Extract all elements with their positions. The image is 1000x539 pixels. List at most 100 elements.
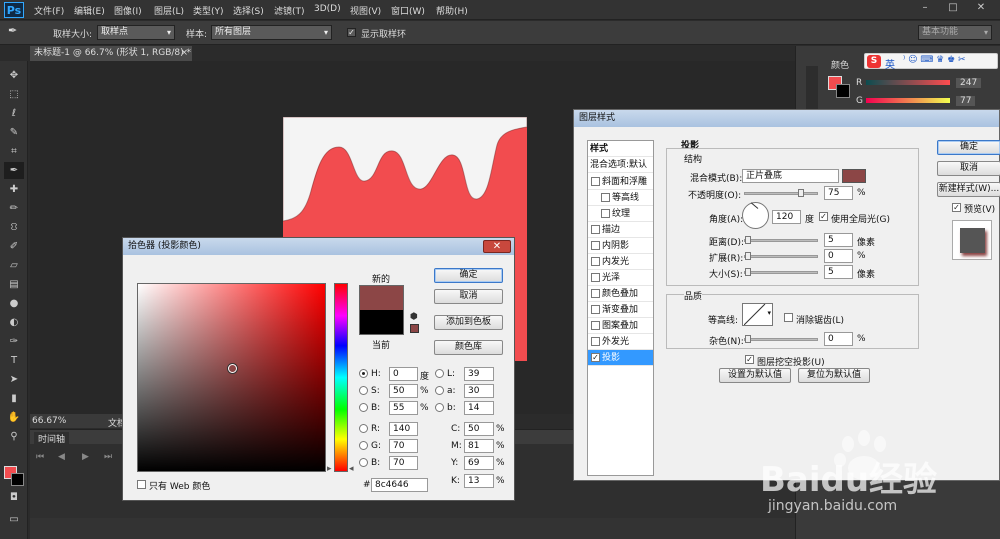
h-field[interactable]: 0	[389, 367, 418, 381]
show-ring-checkbox[interactable]: ✓	[347, 28, 356, 37]
effect-checkbox[interactable]	[591, 273, 600, 282]
blue-radio[interactable]	[359, 458, 368, 467]
contour-picker[interactable]: ▾	[742, 303, 773, 326]
spread-slider[interactable]	[744, 252, 818, 260]
effect-checkbox[interactable]	[591, 305, 600, 314]
effect-checkbox[interactable]	[591, 257, 600, 266]
maximize-button[interactable]: □	[940, 0, 966, 16]
dodge-tool-icon[interactable]: ◐	[4, 314, 24, 331]
noise-slider[interactable]	[744, 335, 818, 343]
healing-brush-tool-icon[interactable]: ✚	[4, 181, 24, 198]
s-radio[interactable]	[359, 386, 368, 395]
workspace-select[interactable]: 基本功能	[918, 25, 992, 40]
effect-item[interactable]: ✓ 投影	[588, 350, 653, 366]
zoom-tool-icon[interactable]: ⚲	[4, 428, 24, 445]
picker-close-button[interactable]: ✕	[483, 240, 511, 253]
size-slider[interactable]	[744, 268, 818, 276]
menu-help[interactable]: 帮助(H)	[436, 4, 468, 17]
g-radio[interactable]	[359, 441, 368, 450]
hand-tool-icon[interactable]: ✋	[4, 409, 24, 426]
effect-item[interactable]: 等高线	[588, 190, 653, 206]
next-frame-icon[interactable]: ⏭	[104, 452, 112, 462]
effect-item[interactable]: 描边	[588, 222, 653, 238]
layer-style-cancel-button[interactable]: 取消	[937, 161, 1000, 176]
menu-3d[interactable]: 3D(D)	[314, 4, 341, 14]
r-radio[interactable]	[359, 424, 368, 433]
effect-item[interactable]: 图案叠加	[588, 318, 653, 334]
effect-item[interactable]: 光泽	[588, 270, 653, 286]
effect-checkbox[interactable]	[591, 225, 600, 234]
size-field[interactable]: 5	[824, 265, 853, 279]
move-tool-icon[interactable]: ✥	[4, 67, 24, 84]
k-field[interactable]: 13	[464, 474, 494, 488]
color-libraries-button[interactable]: 颜色库	[434, 340, 503, 355]
effect-item[interactable]: 斜面和浮雕	[588, 174, 653, 190]
m-field[interactable]: 81	[464, 439, 494, 453]
prev-frame-icon[interactable]: ◀	[58, 452, 65, 462]
effect-item[interactable]: 颜色叠加	[588, 286, 653, 302]
color-picker-cursor[interactable]	[228, 364, 237, 373]
contour-dropdown-icon[interactable]: ▾	[767, 309, 771, 317]
panel-bg-swatch[interactable]	[836, 84, 850, 98]
menu-window[interactable]: 窗口(W)	[391, 4, 425, 17]
sample-select[interactable]: 所有图层	[211, 25, 332, 40]
path-select-tool-icon[interactable]: ➤	[4, 371, 24, 388]
knockout-checkbox[interactable]: ✓	[745, 355, 754, 364]
ime-tool-icons[interactable]: ⁾ ☺ ⌨ ♛ ♚ ✂	[903, 55, 966, 65]
new-style-button[interactable]: 新建样式(W)...	[937, 182, 1000, 197]
picker-ok-button[interactable]: 确定	[434, 268, 503, 283]
opacity-field[interactable]: 75	[824, 186, 853, 200]
background-color-swatch[interactable]	[11, 473, 24, 486]
effect-item[interactable]: 内发光	[588, 254, 653, 270]
menu-select[interactable]: 选择(S)	[233, 4, 264, 17]
marquee-tool-icon[interactable]: ⬚	[4, 86, 24, 103]
menu-image[interactable]: 图像(I)	[114, 4, 142, 17]
effect-item[interactable]: 渐变叠加	[588, 302, 653, 318]
g-channel-value[interactable]: 77	[956, 96, 976, 106]
menu-edit[interactable]: 编辑(E)	[74, 4, 105, 17]
document-close-icon[interactable]: ×	[180, 46, 188, 61]
quick-select-tool-icon[interactable]: ✎	[4, 124, 24, 141]
document-tab[interactable]: 未标题-1 @ 66.7% (形状 1, RGB/8) * ×	[30, 46, 192, 61]
hex-field[interactable]: 8c4646	[371, 478, 428, 492]
r-channel-value[interactable]: 247	[956, 78, 982, 88]
eyedropper-tool-icon[interactable]: ✒	[4, 162, 24, 179]
opacity-slider-thumb[interactable]	[798, 189, 804, 197]
b-radio[interactable]	[359, 403, 368, 412]
sogou-icon[interactable]: S	[867, 55, 881, 68]
screen-mode-icon[interactable]: ▭	[4, 511, 24, 528]
hue-slider[interactable]	[334, 283, 348, 472]
blending-options-item[interactable]: 混合选项:默认	[588, 157, 653, 173]
color-panel-tab[interactable]: 颜色	[831, 58, 849, 71]
clone-stamp-tool-icon[interactable]: ⛻	[4, 219, 24, 236]
make-default-button[interactable]: 设置为默认值	[719, 368, 791, 383]
effect-checkbox[interactable]	[591, 177, 600, 186]
spread-slider-thumb[interactable]	[745, 252, 751, 260]
minimize-button[interactable]: –	[912, 0, 938, 16]
menu-layer[interactable]: 图层(L)	[154, 4, 184, 17]
effect-checkbox[interactable]: ✓	[591, 353, 600, 362]
r-channel-slider[interactable]	[866, 80, 950, 85]
zoom-level[interactable]: 66.67%	[32, 416, 66, 426]
blur-tool-icon[interactable]: ●	[4, 295, 24, 312]
sample-size-select[interactable]: 取样点	[97, 25, 175, 40]
first-frame-icon[interactable]: ⏮	[36, 452, 44, 462]
angle-dial[interactable]	[742, 202, 769, 229]
hue-marker-right-icon[interactable]: ◂	[349, 464, 354, 474]
shadow-color-swatch[interactable]	[842, 169, 866, 183]
g-field[interactable]: 70	[389, 439, 418, 453]
distance-slider-thumb[interactable]	[745, 236, 751, 244]
g-channel-slider[interactable]	[866, 98, 950, 103]
noise-slider-thumb[interactable]	[745, 335, 751, 343]
reset-default-button[interactable]: 复位为默认值	[798, 368, 870, 383]
picker-cancel-button[interactable]: 取消	[434, 289, 503, 304]
menu-type[interactable]: 类型(Y)	[193, 4, 224, 17]
s-field[interactable]: 50	[389, 384, 418, 398]
opacity-slider[interactable]	[744, 189, 818, 197]
menu-file[interactable]: 文件(F)	[34, 4, 64, 17]
lasso-tool-icon[interactable]: ℓ	[4, 105, 24, 122]
distance-slider[interactable]	[744, 236, 818, 244]
crop-tool-icon[interactable]: ⌗	[4, 143, 24, 160]
y-field[interactable]: 69	[464, 456, 494, 470]
effect-checkbox[interactable]	[591, 289, 600, 298]
